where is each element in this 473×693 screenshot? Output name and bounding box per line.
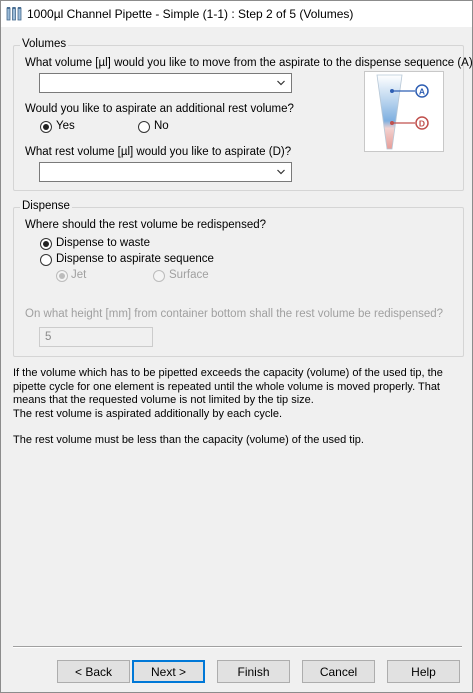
where-question: Where should the rest volume be redispen… <box>25 219 267 231</box>
finish-button[interactable]: Finish <box>217 660 290 683</box>
radio-surface[interactable] <box>153 270 165 282</box>
volume-question: What volume [µl] would you like to move … <box>25 57 473 69</box>
footer-separator <box>13 646 462 648</box>
dispense-legend: Dispense <box>20 200 72 212</box>
radio-dispense-waste-label[interactable]: Dispense to waste <box>56 237 150 249</box>
wizard-window: 1000µl Channel Pipette - Simple (1-1) : … <box>0 0 473 693</box>
label-d: D <box>419 119 425 129</box>
radio-jet[interactable] <box>56 270 68 282</box>
info-text: If the volume which has to be pipetted e… <box>13 367 463 448</box>
pipette-tip-illustration: A D <box>364 71 444 152</box>
help-button[interactable]: Help <box>387 660 460 683</box>
radio-yes-label[interactable]: Yes <box>56 120 75 132</box>
rest-volume-combobox[interactable] <box>39 162 292 182</box>
height-input[interactable]: 5 <box>39 327 153 347</box>
chevron-down-icon[interactable] <box>275 166 287 178</box>
rest-volume-question: What rest volume [µl] would you like to … <box>25 146 292 158</box>
radio-surface-label[interactable]: Surface <box>169 269 209 281</box>
height-question: On what height [mm] from container botto… <box>25 308 444 320</box>
radio-dispense-aspirate-seq-label[interactable]: Dispense to aspirate sequence <box>56 253 214 265</box>
radio-jet-label[interactable]: Jet <box>71 269 86 281</box>
pipette-tubes-icon <box>6 7 22 21</box>
radio-no[interactable] <box>138 121 150 133</box>
window-title: 1000µl Channel Pipette - Simple (1-1) : … <box>27 7 354 21</box>
volumes-legend: Volumes <box>20 38 69 50</box>
radio-yes[interactable] <box>40 121 52 133</box>
radio-dispense-waste[interactable] <box>40 238 52 250</box>
back-button[interactable]: < Back <box>57 660 130 683</box>
volume-combobox[interactable] <box>39 73 292 93</box>
radio-no-label[interactable]: No <box>154 120 169 132</box>
info-paragraph-2: The rest volume is aspirated additionall… <box>13 407 283 420</box>
cancel-button[interactable]: Cancel <box>302 660 375 683</box>
chevron-down-icon[interactable] <box>275 77 287 89</box>
rest-question: Would you like to aspirate an additional… <box>25 103 294 115</box>
radio-dispense-aspirate-seq[interactable] <box>40 254 52 266</box>
title-bar: 1000µl Channel Pipette - Simple (1-1) : … <box>1 1 472 27</box>
info-paragraph-1: If the volume which has to be pipetted e… <box>13 367 443 406</box>
info-paragraph-3: The rest volume must be less than the ca… <box>13 434 364 446</box>
label-a: A <box>419 87 425 97</box>
next-button[interactable]: Next > <box>132 660 205 683</box>
